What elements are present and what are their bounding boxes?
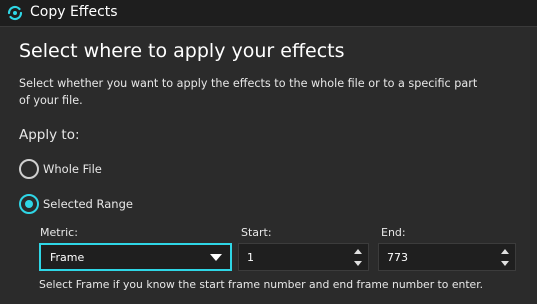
dialog-heading: Select where to apply your effects [19,40,345,62]
decrement-down-icon[interactable] [501,261,509,266]
end-value[interactable]: 773 [387,251,408,264]
selected-range-radio[interactable] [19,194,39,214]
start-number-input[interactable]: 1 [238,243,369,271]
metric-hint-text: Select Frame if you know the start frame… [39,278,484,291]
radio-selected-dot [25,200,33,208]
dialog-description: Select whether you want to apply the eff… [19,77,478,107]
end-label: End: [381,226,406,239]
whole-file-radio[interactable] [19,159,39,179]
metric-label: Metric: [40,226,78,239]
app-logo-icon [7,5,23,21]
end-number-input[interactable]: 773 [378,243,516,271]
whole-file-label[interactable]: Whole File [43,162,102,176]
window-title: Copy Effects [30,4,118,20]
decrement-down-icon[interactable] [354,261,362,266]
apply-to-label: Apply to: [19,127,80,143]
chevron-down-icon[interactable] [210,254,222,261]
increment-up-icon[interactable] [354,249,362,254]
increment-up-icon[interactable] [501,249,509,254]
start-label: Start: [241,226,272,239]
metric-dropdown[interactable]: Frame [39,243,232,271]
metric-selected-value: Frame [50,251,85,264]
start-value[interactable]: 1 [247,251,254,264]
title-bar: Copy Effects [0,0,537,27]
selected-range-label[interactable]: Selected Range [43,197,133,211]
